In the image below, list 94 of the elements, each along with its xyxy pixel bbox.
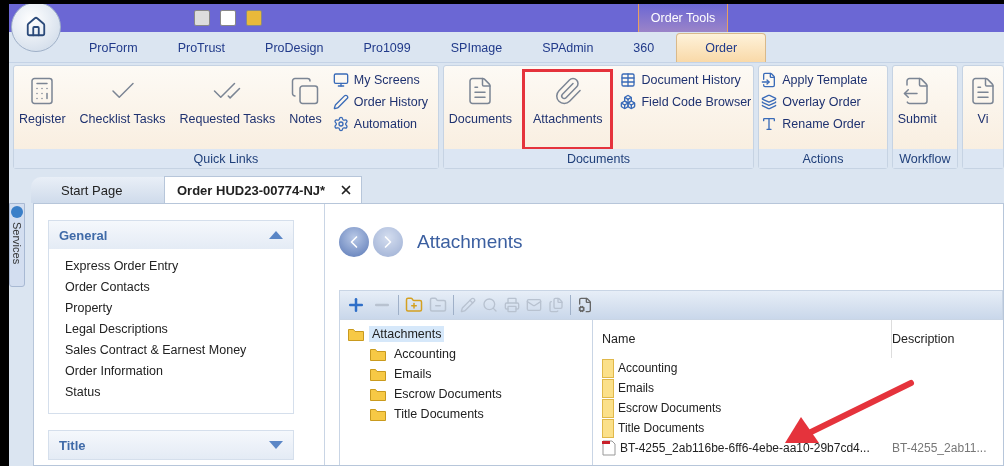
forward-button[interactable] <box>373 227 403 257</box>
folder-icon <box>370 367 386 381</box>
pencil-icon[interactable] <box>460 297 476 313</box>
ribbon-small-button[interactable]: My Screens <box>332 72 429 88</box>
folder-icon <box>602 398 614 418</box>
tree-node[interactable]: Emails <box>391 366 435 382</box>
ribbon-tab[interactable]: Order <box>676 33 767 62</box>
ribbon-button[interactable]: Requested Tasks <box>176 70 279 149</box>
ribbon-small-button[interactable]: Rename Order <box>761 116 868 132</box>
nav-link[interactable]: Status <box>65 385 277 399</box>
panel-header[interactable]: Title <box>49 431 293 459</box>
folder-minus-icon[interactable] <box>429 296 447 314</box>
nav-link[interactable]: Legal Descriptions <box>65 322 277 336</box>
folder-plus-icon[interactable] <box>405 296 423 314</box>
ribbon-button[interactable]: Register <box>16 70 69 149</box>
search-icon[interactable] <box>482 297 498 313</box>
properties-icon[interactable] <box>577 297 593 313</box>
panel-header[interactable]: General <box>49 221 293 249</box>
nav-link[interactable]: Order Information <box>65 364 277 378</box>
side-tab-label: Services <box>11 222 23 265</box>
globe-icon <box>11 206 23 218</box>
ribbon-button[interactable]: Vi <box>965 70 1001 149</box>
collapse-icon <box>269 231 283 239</box>
ribbon-small-button[interactable]: Automation <box>332 116 429 132</box>
group-label: Documents <box>443 149 754 168</box>
tree-node[interactable]: Title Documents <box>391 406 487 422</box>
nav-link[interactable]: Order Contacts <box>65 280 277 294</box>
side-tab[interactable]: Services <box>9 203 25 287</box>
folder-icon <box>602 418 614 438</box>
ribbon-tab[interactable]: SPImage <box>432 34 521 62</box>
folder-icon[interactable] <box>246 10 262 26</box>
file-name[interactable]: Title Documents <box>602 418 892 438</box>
monitor-icon <box>332 72 349 88</box>
ribbon-tab[interactable]: 360 <box>615 34 673 62</box>
document-tab[interactable]: Order HUD23-00774-NJ* <box>164 176 363 203</box>
file-name[interactable]: Emails <box>602 378 892 398</box>
column-header[interactable]: Description <box>892 320 1003 358</box>
column-header[interactable]: Name <box>602 320 892 358</box>
file-description: BT-4255_2ab11... <box>892 441 988 455</box>
folder-icon <box>370 347 386 361</box>
layers-icon <box>761 94 778 110</box>
ribbon-tab[interactable]: ProForm <box>71 34 156 62</box>
save-icon[interactable] <box>194 10 210 26</box>
nav-link[interactable]: Express Order Entry <box>65 259 277 273</box>
tree-node[interactable]: Escrow Documents <box>391 386 505 402</box>
ribbon-tab[interactable]: ProTrust <box>159 34 244 62</box>
folder-icon <box>602 358 614 378</box>
contextual-tab-header: Order Tools <box>638 4 728 32</box>
text-icon <box>761 116 778 132</box>
ribbon-small-button[interactable]: Apply Template <box>761 72 868 88</box>
expand-icon <box>269 441 283 449</box>
add-icon[interactable] <box>346 295 366 315</box>
page-title: Attachments <box>417 231 523 253</box>
pen-icon <box>332 94 349 110</box>
gear-icon <box>332 116 349 132</box>
ribbon-tab[interactable]: ProDesign <box>247 34 342 62</box>
document-icon <box>761 72 778 88</box>
file-name[interactable]: Accounting <box>602 358 892 378</box>
ribbon-small-button[interactable]: Order History <box>332 94 429 110</box>
windows-icon <box>290 76 321 106</box>
ribbon-button[interactable]: Submit <box>894 70 940 149</box>
ribbon-small-button[interactable]: Field Code Browser <box>620 94 752 110</box>
nav-link[interactable]: Property <box>65 301 277 315</box>
ribbon-tab[interactable]: SPAdmin <box>524 34 612 62</box>
folder-icon <box>348 327 364 341</box>
ribbon-small-button[interactable]: Overlay Order <box>761 94 868 110</box>
ribbon-tab[interactable]: Pro1099 <box>345 34 429 62</box>
copy-icon[interactable] <box>548 297 564 313</box>
file-name[interactable]: BT-4255_2ab116be-6ff6-4ebe-aa10-29b7cd4... <box>602 440 892 456</box>
folder-icon <box>602 378 614 398</box>
envelope-icon[interactable] <box>526 297 542 313</box>
tree-node[interactable]: Accounting <box>391 346 459 362</box>
ribbon-button[interactable]: Notes <box>286 70 325 149</box>
ribbon-button[interactable]: Attachments <box>523 70 613 149</box>
house-icon <box>25 16 47 38</box>
printer-icon[interactable] <box>504 297 520 313</box>
folder-icon <box>370 407 386 421</box>
application-orb[interactable] <box>11 4 61 52</box>
file-name[interactable]: Escrow Documents <box>602 398 892 418</box>
group-label: Actions <box>759 149 887 168</box>
nav-link[interactable]: Sales Contract & Earnest Money <box>65 343 277 357</box>
tree-node[interactable]: Attachments <box>369 326 445 342</box>
group-label: Workflow <box>892 149 957 168</box>
ribbon-button[interactable]: Documents <box>445 70 515 149</box>
table-icon <box>620 72 637 88</box>
back-button[interactable] <box>339 227 369 257</box>
ribbon-button[interactable]: Checklist Tasks <box>76 70 169 149</box>
pdf-file-icon <box>602 440 616 456</box>
new-document-icon[interactable] <box>220 10 236 26</box>
blocks-icon <box>620 94 637 110</box>
ribbon-small-button[interactable]: Document History <box>620 72 752 88</box>
folder-icon <box>370 387 386 401</box>
document-tab[interactable]: Start Page <box>31 177 164 203</box>
group-label: Quick Links <box>14 149 438 168</box>
